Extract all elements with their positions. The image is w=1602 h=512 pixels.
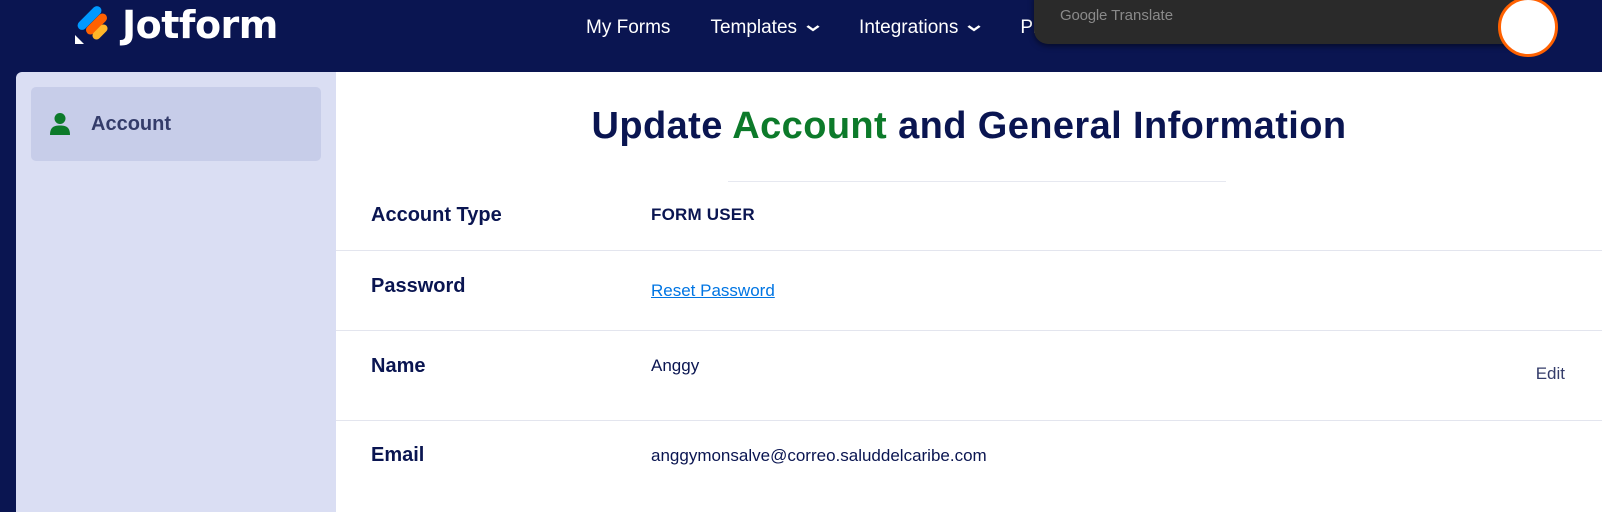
title-part-1: Update [591, 105, 733, 147]
jotform-logo[interactable]: Jotform [72, 3, 278, 47]
name-label: Name [371, 355, 426, 377]
email-label: Email [371, 444, 425, 466]
edit-name-button[interactable]: Edit [1536, 364, 1565, 384]
chevron-down-icon [967, 25, 981, 32]
account-type-label: Account Type [371, 204, 502, 226]
sidebar-item-account[interactable]: Account [31, 87, 321, 161]
page-title: Update Account and General Information [336, 105, 1602, 148]
jotform-logo-icon [75, 6, 108, 44]
account-type-value: FORM USER [651, 205, 755, 224]
nav-integrations-label: Integrations [859, 17, 959, 38]
account-panel: Update Account and General Information A… [336, 72, 1602, 512]
nav-my-forms[interactable]: My Forms [586, 17, 670, 39]
nav-integrations[interactable]: Integrations [859, 17, 981, 39]
user-icon [50, 113, 70, 135]
main-nav: My Forms Templates Integrations Pr [586, 14, 1042, 42]
google-translate-popup[interactable]: Google Translate [1034, 0, 1526, 44]
avatar[interactable] [1498, 0, 1558, 57]
row-password: Password Reset Password [336, 251, 1602, 331]
title-accent: Account [732, 105, 888, 147]
nav-templates[interactable]: Templates [710, 17, 820, 39]
nav-templates-label: Templates [710, 17, 798, 38]
settings-sidebar: Account [16, 72, 336, 512]
sidebar-item-label: Account [91, 112, 171, 135]
row-name: Name Anggy Edit [336, 331, 1602, 421]
name-value: Anggy [651, 356, 700, 375]
google-translate-label: Google Translate [1060, 7, 1173, 24]
translate-product: Translate [1111, 7, 1174, 24]
top-navigation-bar: Jotform My Forms Templates Integrations … [0, 0, 1602, 72]
title-part-2: and General Information [887, 105, 1347, 147]
brand-name: Jotform [122, 3, 278, 47]
google-brand: Google [1060, 7, 1108, 24]
row-email: Email anggymonsalve@correo.saluddelcarib… [336, 421, 1602, 512]
chevron-down-icon [806, 25, 820, 32]
email-value: anggymonsalve@correo.saluddelcaribe.com [651, 446, 987, 465]
password-label: Password [371, 275, 466, 297]
row-account-type: Account Type FORM USER [336, 182, 1602, 251]
reset-password-link[interactable]: Reset Password [651, 281, 775, 301]
nav-my-forms-label: My Forms [586, 17, 671, 38]
